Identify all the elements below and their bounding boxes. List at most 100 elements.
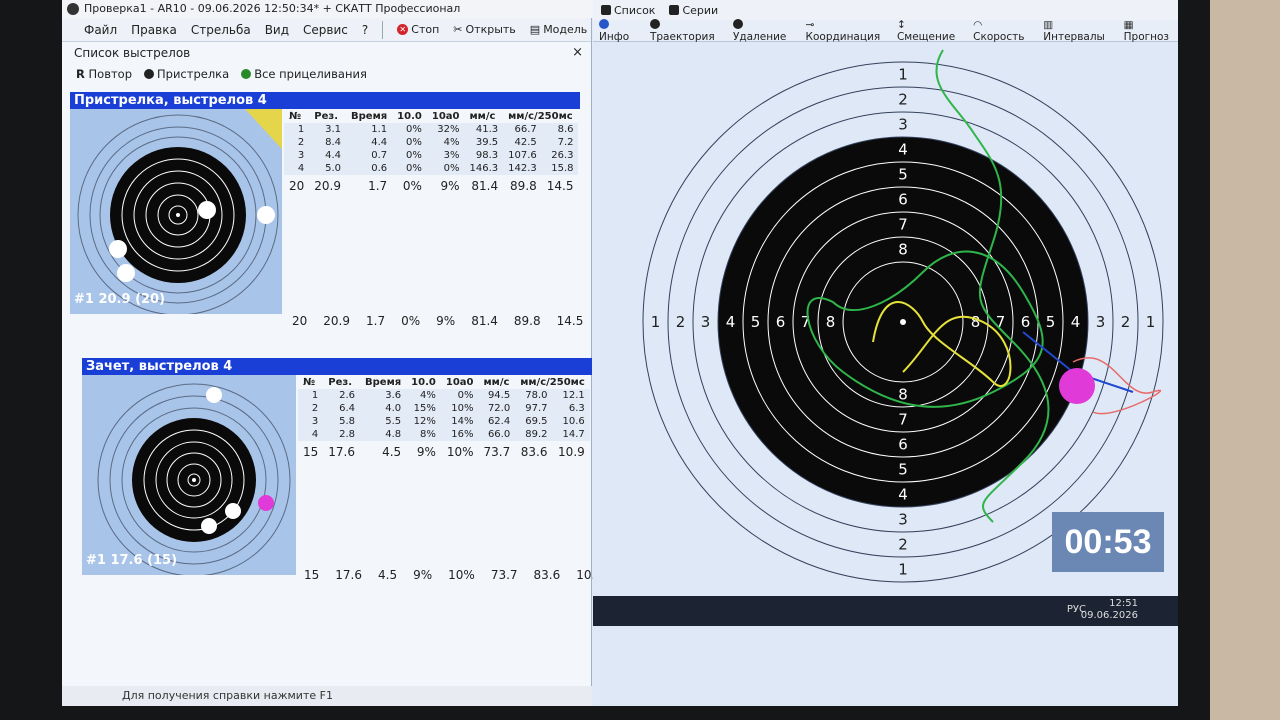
ring-number: 1 <box>898 561 908 579</box>
stop-button[interactable]: ✕ Стоп <box>397 23 439 36</box>
footer-value: 14.5 <box>556 314 584 328</box>
table-row[interactable]: 3 4.4 0.7 0% 3% 98.3 107.6 26.3 <box>284 149 579 162</box>
ring-number: 4 <box>726 313 736 331</box>
table-row[interactable]: 1 2.6 3.6 4% 0% 94.5 78.0 12.1 <box>298 389 590 402</box>
open-button[interactable]: ✂ Открыть <box>453 23 516 36</box>
model-button[interactable]: ▤ Модель <box>530 23 588 36</box>
table-cell: 14% <box>440 415 479 428</box>
sighting-card-title: Пристрелка, выстрелов 4 <box>70 92 580 109</box>
tool-info[interactable]: Инфо <box>599 18 639 43</box>
menu-view[interactable]: Вид <box>265 23 289 37</box>
tools-icon: ✂ <box>453 23 463 36</box>
sighting-card[interactable]: Пристрелка, выстрелов 4 #1 20.9 (20) № Р… <box>70 92 583 332</box>
tool-trajectory[interactable]: Траектория <box>649 18 722 43</box>
ring-number: 6 <box>898 436 908 454</box>
grid-icon <box>669 4 680 15</box>
ring-number: 1 <box>898 66 908 84</box>
table-cell: 4.4 <box>309 149 346 162</box>
tray-clock[interactable]: 12:51 09.06.2026 <box>1081 598 1138 622</box>
table-cell: 0% <box>392 149 427 162</box>
speed-icon: ◠ <box>973 18 983 31</box>
table-header: мм/с/250мс <box>520 377 585 388</box>
tab-all-aims[interactable]: Все прицеливания <box>241 67 367 81</box>
tool-coordination[interactable]: ⊸ Координация <box>806 19 886 43</box>
menu-shooting[interactable]: Стрельба <box>191 23 251 37</box>
tool-distance[interactable]: Удаление <box>732 18 795 43</box>
tool-coordination-label: Координация <box>805 30 881 43</box>
tab-list[interactable]: Список <box>601 4 655 17</box>
sub-tabs: R Повтор Пристрелка Все прицеливания <box>62 64 591 84</box>
trajectory-panel: Список Серии Инфо Траектория Удаление ⊸ … <box>593 0 1178 706</box>
model-icon: ▤ <box>529 23 541 36</box>
ring-number: 7 <box>898 411 908 429</box>
table-cell: 12% <box>406 415 441 428</box>
table-row[interactable]: 4 2.8 4.8 8% 16% 66.0 89.2 14.7 <box>298 428 590 441</box>
table-cell: 3% <box>426 149 465 162</box>
ring-number: 3 <box>701 313 711 331</box>
table-header: Время <box>365 377 402 388</box>
ring-number: 5 <box>898 461 908 479</box>
offset-icon: ↕ <box>896 18 906 31</box>
ring-number: 8 <box>971 313 981 331</box>
tool-offset[interactable]: ↕ Смещение <box>897 19 962 43</box>
summary-cell: 10% <box>446 445 474 459</box>
table-cell: 107.6 <box>503 149 542 162</box>
footer-value: 83.6 <box>533 568 561 582</box>
ring-number: 5 <box>751 313 761 331</box>
table-row[interactable]: 2 6.4 4.0 15% 10% 72.0 97.7 6.3 <box>298 402 590 415</box>
table-header: мм/с <box>483 377 510 388</box>
summary-cell: 89.8 <box>510 179 537 193</box>
table-header: мм/с/250мс <box>508 111 573 122</box>
ring-number: 4 <box>1071 313 1081 331</box>
tray-lang[interactable]: РУС <box>1067 604 1086 615</box>
sighting-target-svg <box>77 109 282 316</box>
footer-value: 20 <box>292 314 308 328</box>
tab-repeat-label: Повтор <box>88 67 133 81</box>
table-row[interactable]: 2 8.4 4.4 0% 4% 39.5 42.5 7.2 <box>284 136 579 149</box>
close-icon[interactable]: × <box>572 42 583 64</box>
ring-number: 2 <box>898 91 908 109</box>
table-row[interactable]: 3 5.8 5.5 12% 14% 62.4 69.5 10.6 <box>298 415 590 428</box>
table-cell: 6.3 <box>552 402 590 415</box>
table-cell: 4.8 <box>360 428 407 441</box>
footer-value: 0% <box>401 314 421 328</box>
tab-series-label: Серии <box>682 3 719 17</box>
table-cell: 39.5 <box>464 136 504 149</box>
table-header: № <box>303 377 316 388</box>
menu-file[interactable]: Файл <box>84 23 117 37</box>
menu-edit[interactable]: Правка <box>131 23 177 37</box>
table-cell: 10.6 <box>552 415 590 428</box>
tool-intervals-label: Интервалы <box>1043 30 1105 43</box>
tab-series[interactable]: Серии <box>669 4 718 17</box>
table-cell: 5.5 <box>360 415 407 428</box>
table-cell: 4% <box>406 389 441 402</box>
menu-service[interactable]: Сервис <box>303 23 348 37</box>
tool-intervals[interactable]: ▥ Интервалы <box>1043 19 1112 43</box>
tool-speed[interactable]: ◠ Скорость <box>973 19 1032 43</box>
tab-repeat[interactable]: R Повтор <box>76 67 132 81</box>
summary-cell: 9% <box>440 179 460 193</box>
table-cell: 10% <box>440 402 479 415</box>
ring-number: 4 <box>898 486 908 504</box>
table-cell: 12.1 <box>552 389 590 402</box>
table-cell: 2.8 <box>323 428 360 441</box>
table-row[interactable]: 1 3.1 1.1 0% 32% 41.3 66.7 8.6 <box>284 123 579 136</box>
table-row[interactable]: 4 5.0 0.6 0% 0% 146.3 142.3 15.8 <box>284 162 579 175</box>
tool-forecast[interactable]: ▦ Прогноз <box>1124 19 1178 43</box>
summary-cell: 0% <box>402 179 422 193</box>
table-cell: 146.3 <box>464 162 504 175</box>
summary-cell: 10.9 <box>558 445 585 459</box>
tab-sighting[interactable]: Пристрелка <box>144 67 229 81</box>
table-cell: 8% <box>406 428 441 441</box>
table-cell: 62.4 <box>478 415 516 428</box>
table-cell: 5.8 <box>323 415 360 428</box>
table-cell: 16% <box>440 428 479 441</box>
table-cell: 0.6 <box>346 162 393 175</box>
tab-list-label: Список <box>614 3 656 17</box>
ring-number: 1 <box>1146 313 1156 331</box>
record-card[interactable]: Зачет, выстрелов 4 #1 17.6 (15) № Рез. В… <box>82 358 603 598</box>
list-icon <box>601 4 611 15</box>
record-table: № Рез. Время 10.0 10a0 мм/с мм/с/250мс 1 2.6 3.6 4… <box>298 376 590 460</box>
ring-number: 2 <box>676 313 686 331</box>
menu-help[interactable]: ? <box>362 23 368 37</box>
